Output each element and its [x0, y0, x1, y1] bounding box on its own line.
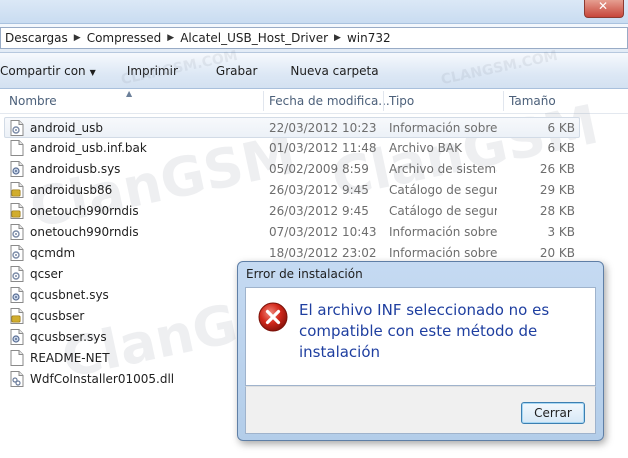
file-date: 01/03/2012 11:48	[269, 141, 377, 155]
blank-file-icon	[10, 140, 24, 156]
file-size: 20 KB	[539, 246, 575, 260]
chevron-right-icon[interactable]: ▶	[334, 33, 341, 43]
column-header-date[interactable]: Fecha de modifica...	[269, 94, 390, 108]
address-bar: Descargas ▶ Compressed ▶ Alcatel_USB_Hos…	[0, 24, 628, 53]
column-header-name[interactable]: Nombre	[9, 94, 57, 108]
dropdown-arrow-icon: ▼	[89, 67, 96, 77]
new-folder-button[interactable]: Nueva carpeta	[290, 64, 378, 78]
file-type: Información sobre...	[389, 246, 497, 260]
error-icon	[258, 302, 288, 332]
print-button[interactable]: Imprimir	[127, 64, 178, 78]
column-divider[interactable]	[503, 91, 504, 111]
file-row[interactable]: onetouch990rndis 07/03/2012 10:43 Informac…	[0, 222, 628, 243]
file-name: qcusbnet.sys	[30, 288, 109, 302]
file-type: Archivo de sistema	[389, 162, 497, 176]
chevron-right-icon[interactable]: ▶	[74, 33, 81, 43]
burn-button[interactable]: Grabar	[216, 64, 258, 78]
file-row[interactable]: androidusb.sys 05/02/2009 8:59 Archivo de …	[0, 159, 628, 180]
file-name: qcusbser	[30, 309, 85, 323]
system-file-icon	[10, 161, 24, 177]
file-type: Archivo BAK	[389, 141, 462, 155]
breadcrumb-item-compressed[interactable]: Compressed	[87, 31, 162, 45]
file-type: Catálogo de segur...	[389, 204, 497, 218]
file-row[interactable]: android_usb.inf.bak 01/03/2012 11:48 Archi…	[0, 138, 628, 159]
breadcrumb-item-alcatel[interactable]: Alcatel_USB_Host_Driver	[180, 31, 328, 45]
file-name: onetouch990rndis	[30, 225, 139, 239]
file-name: qcusbser.sys	[30, 330, 107, 344]
inf-file-icon	[10, 245, 24, 261]
column-header-type[interactable]: Tipo	[389, 94, 414, 108]
file-size: 26 KB	[539, 162, 575, 176]
file-size: 6 KB	[547, 141, 575, 155]
column-headers: ▲ Nombre Fecha de modifica... Tipo Tamañ…	[0, 89, 628, 114]
file-date: 07/03/2012 10:43	[269, 225, 377, 239]
file-name: qcmdm	[30, 246, 76, 260]
window-close-button[interactable]	[584, 0, 624, 18]
file-date: 22/03/2012 10:23	[269, 121, 377, 135]
column-divider[interactable]	[383, 91, 384, 111]
file-row[interactable]: androidusb86 26/03/2012 9:45 Catálogo de s…	[0, 180, 628, 201]
dialog-message: El archivo INF seleccionado no es compat…	[299, 301, 550, 361]
breadcrumb-item-win732[interactable]: win732	[347, 31, 391, 45]
dialog-body: El archivo INF seleccionado no es compat…	[245, 287, 596, 386]
file-type: Información sobre...	[389, 225, 497, 239]
close-button[interactable]: Cerrar	[521, 402, 585, 424]
share-with-button[interactable]: Compartir con ▼	[0, 64, 96, 78]
file-name: onetouch990rndis	[30, 204, 139, 218]
file-name: android_usb.inf.bak	[30, 141, 147, 155]
catalog-file-icon	[10, 308, 24, 324]
dialog-footer: Cerrar	[245, 386, 596, 434]
file-date: 18/03/2012 23:02	[269, 246, 377, 260]
breadcrumb-item-descargas[interactable]: Descargas	[5, 31, 68, 45]
file-size: 3 KB	[547, 225, 575, 239]
share-with-label: Compartir con	[0, 63, 86, 78]
catalog-file-icon	[10, 203, 24, 219]
catalog-file-icon	[10, 182, 24, 198]
file-name: README-NET	[30, 351, 110, 365]
file-name: WdfCoInstaller01005.dll	[30, 372, 175, 386]
breadcrumb[interactable]: Descargas ▶ Compressed ▶ Alcatel_USB_Hos…	[0, 27, 628, 49]
inf-file-icon	[10, 266, 24, 282]
chevron-right-icon[interactable]: ▶	[167, 33, 174, 43]
column-header-size[interactable]: Tamaño	[509, 94, 556, 108]
file-size: 6 KB	[547, 121, 575, 135]
file-type: Catálogo de segur...	[389, 183, 497, 197]
file-name: android_usb	[30, 121, 104, 135]
system-file-icon	[10, 287, 24, 303]
file-name: androidusb.sys	[30, 162, 121, 176]
inf-file-icon	[10, 224, 24, 240]
file-type: Información sobre...	[389, 121, 497, 135]
dialog-title: Error de instalación	[246, 267, 363, 281]
command-toolbar: Compartir con ▼ Imprimir Grabar Nueva car…	[0, 53, 628, 89]
column-divider[interactable]	[263, 91, 264, 111]
dll-file-icon	[10, 371, 24, 387]
window-titlebar	[0, 0, 628, 24]
blank-file-icon	[10, 350, 24, 366]
inf-file-icon	[10, 120, 24, 136]
file-name: androidusb86	[30, 183, 113, 197]
error-dialog: Error de instalación El archivo INF sele…	[237, 261, 604, 441]
file-date: 26/03/2012 9:45	[269, 204, 369, 218]
file-date: 05/02/2009 8:59	[269, 162, 369, 176]
file-name: qcser	[30, 267, 63, 281]
system-file-icon	[10, 329, 24, 345]
file-row[interactable]: onetouch990rndis 26/03/2012 9:45 Catálogo …	[0, 201, 628, 222]
file-date: 26/03/2012 9:45	[269, 183, 369, 197]
file-size: 28 KB	[539, 204, 575, 218]
sort-ascending-icon: ▲	[126, 89, 133, 98]
file-row[interactable]: android_usb 22/03/2012 10:23 Información s…	[4, 117, 580, 138]
file-size: 29 KB	[539, 183, 575, 197]
